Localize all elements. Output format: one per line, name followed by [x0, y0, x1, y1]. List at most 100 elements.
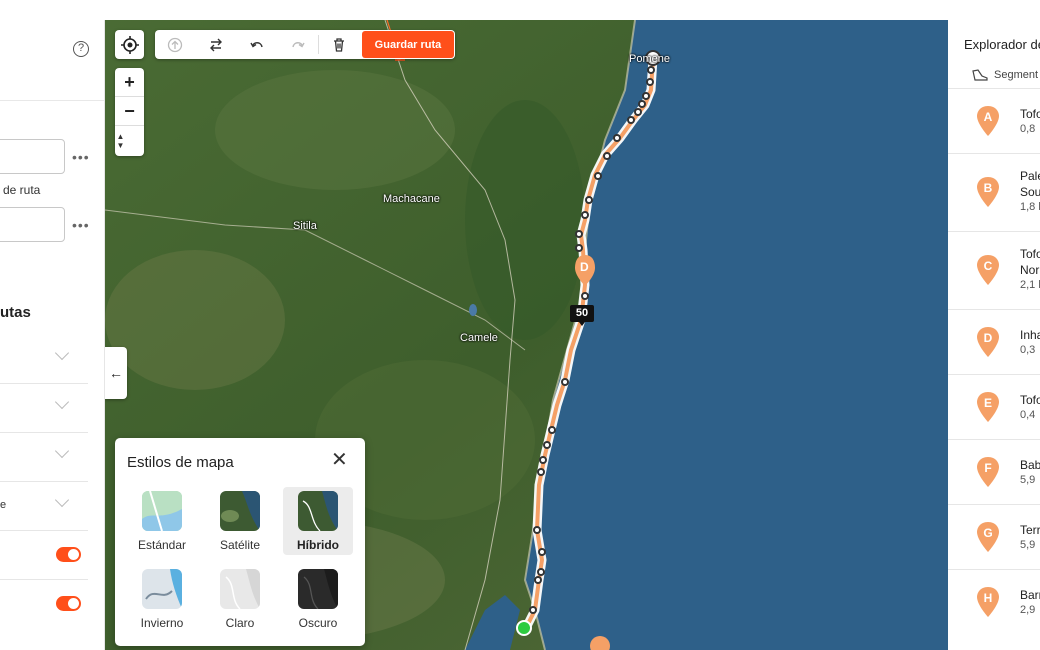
segment-item[interactable]: E Tofo 0,4 — [948, 374, 1040, 439]
segment-name: Tofo — [1020, 107, 1040, 121]
toggle-switch[interactable] — [56, 547, 81, 562]
waypoint-pin-icon: H — [977, 587, 999, 617]
distance-marker: 50 — [570, 305, 594, 326]
segment-item[interactable]: A Tofo 0,8 — [948, 88, 1040, 153]
crosshair-icon — [120, 35, 139, 54]
pin-letter: D — [984, 331, 993, 345]
undo-icon[interactable] — [239, 30, 275, 59]
toggle-switch[interactable] — [56, 596, 81, 611]
place-label: Sitila — [293, 220, 317, 232]
map-styles-title: Estilos de mapa — [127, 454, 234, 471]
zoom-in-button[interactable]: + — [115, 68, 144, 97]
segment-name: Tofo — [1020, 393, 1040, 407]
settings-row[interactable]: e — [0, 483, 88, 531]
arrow-left-icon: ← — [109, 365, 123, 381]
waypoint-pin-icon: A — [977, 106, 999, 136]
segment-name: Barr — [1020, 588, 1040, 602]
segment-distance: 0,4 — [1020, 409, 1036, 421]
style-option-winter[interactable]: Invierno — [127, 565, 197, 633]
winter-thumbnail — [142, 569, 182, 609]
place-label: Machacane — [383, 193, 440, 205]
waypoint-pin-icon: G — [977, 522, 999, 552]
style-label: Oscuro — [298, 616, 338, 630]
route-type-input[interactable] — [0, 207, 65, 242]
segment-name: Inha — [1020, 328, 1040, 342]
pin-letter: B — [984, 181, 993, 195]
segment-distance: 0,8 — [1020, 123, 1036, 135]
style-label: Claro — [225, 616, 255, 630]
zoom-controls: + − ▲▼ — [115, 68, 144, 156]
style-option-light[interactable]: Claro — [205, 565, 275, 633]
segment-distance: 5,9 — [1020, 539, 1036, 551]
segment-item[interactable]: G Terr 5,9 — [948, 504, 1040, 569]
explorer-panel: Explorador de Segment A Tofo 0,8 B Pale Sou 1,… — [948, 20, 1040, 650]
close-icon[interactable]: ✕ — [331, 450, 348, 470]
pin-letter: F — [984, 461, 991, 475]
chevron-down-icon — [54, 394, 70, 410]
locate-button[interactable] — [115, 30, 144, 59]
segment-name: Sou — [1020, 185, 1040, 199]
place-label: Pomene — [629, 53, 670, 65]
map-styles-panel: Estilos de mapa ✕ Estándar Satélite Híbr… — [115, 438, 365, 646]
zoom-out-button[interactable]: − — [115, 97, 144, 126]
segment-distance: 0,3 — [1020, 344, 1036, 356]
waypoint-pin-icon: F — [977, 457, 999, 487]
style-option-hybrid[interactable]: Híbrido — [283, 487, 353, 555]
segments-label: Segment — [994, 69, 1039, 81]
waypoint-pin-icon: C — [977, 255, 999, 285]
settings-row[interactable] — [0, 434, 88, 482]
chevron-down-icon — [54, 492, 70, 508]
waypoint-pin-icon: B — [977, 177, 999, 207]
style-option-satellite[interactable]: Satélite — [205, 487, 275, 555]
map-canvas[interactable]: Machacane Sitila Camele Pomene D 50 + − … — [105, 20, 948, 650]
pin-letter: C — [984, 259, 993, 273]
segment-item[interactable]: F Bab 5,9 — [948, 439, 1040, 504]
pin-letter: A — [984, 110, 993, 124]
help-icon[interactable]: ? — [73, 41, 89, 57]
pin-letter: H — [984, 591, 993, 605]
segment-distance: 1,8 k — [1020, 201, 1040, 213]
pin-letter: E — [984, 396, 992, 410]
chevron-down-icon — [54, 443, 70, 459]
style-option-standard[interactable]: Estándar — [127, 487, 197, 555]
segment-distance: 2,9 — [1020, 604, 1036, 616]
left-panel: ? ••• de ruta ••• utas e — [0, 20, 105, 650]
waypoint-pin-icon: D — [977, 327, 999, 357]
compass-button[interactable]: ▲▼ — [115, 126, 125, 155]
settings-row[interactable] — [0, 385, 88, 433]
style-label: Satélite — [219, 538, 261, 552]
style-option-dark[interactable]: Oscuro — [283, 565, 353, 633]
segment-item[interactable]: H Barr 2,9 — [948, 569, 1040, 634]
segment-name: Nor — [1020, 263, 1040, 277]
chevron-down-icon — [54, 345, 70, 361]
segment-name: Tofo — [1020, 247, 1040, 261]
pin-letter: G — [983, 526, 992, 540]
top-bar — [0, 0, 1040, 20]
reverse-route-icon[interactable] — [198, 30, 234, 59]
more-options-icon[interactable]: ••• — [72, 217, 90, 233]
segment-item[interactable]: B Pale Sou 1,8 k — [948, 153, 1040, 231]
satellite-thumbnail — [220, 491, 260, 531]
route-toolbar: Guardar ruta — [155, 30, 455, 59]
explorer-title: Explorador de — [964, 37, 1040, 52]
segment-distance: 5,9 — [1020, 474, 1036, 486]
segment-item[interactable]: C Tofo Nor 2,1 k — [948, 231, 1040, 309]
waypoint-label[interactable]: D — [580, 260, 589, 274]
route-field-label: de ruta — [3, 183, 41, 197]
redo-icon[interactable] — [280, 30, 316, 59]
light-thumbnail — [220, 569, 260, 609]
upload-icon[interactable] — [157, 30, 193, 59]
divider — [0, 100, 104, 101]
segment-name: Terr — [1020, 523, 1040, 537]
segment-distance: 2,1 k — [1020, 279, 1040, 291]
trash-icon[interactable] — [321, 30, 357, 59]
route-name-input[interactable] — [0, 139, 65, 174]
save-route-button[interactable]: Guardar ruta — [362, 31, 454, 58]
more-options-icon[interactable]: ••• — [72, 149, 90, 165]
segment-name: Pale — [1020, 169, 1040, 183]
settings-row[interactable] — [0, 336, 88, 384]
style-label: Híbrido — [297, 538, 339, 552]
collapse-panel-button[interactable]: ← — [105, 347, 127, 399]
shoe-icon — [972, 69, 988, 81]
segment-item[interactable]: D Inha 0,3 — [948, 309, 1040, 374]
